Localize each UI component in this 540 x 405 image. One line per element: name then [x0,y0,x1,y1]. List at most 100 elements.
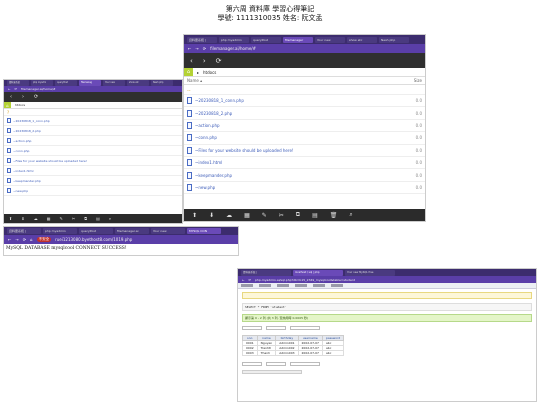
insert-tab-icon[interactable] [313,284,325,287]
file-row[interactable]: ~index1.html 0.0 [184,157,425,170]
file-row[interactable]: ~20230818_2.php 0.0 [184,107,425,120]
file-row[interactable]: ~new.php 0.0 [184,182,425,195]
fm-refresh-icon[interactable]: ⟳ [34,94,38,100]
structure-tab-icon[interactable] [259,284,271,287]
browser-tab[interactable]: MYSQL CON [187,228,221,234]
file-row[interactable]: ~keepmander.php 0.0 [184,169,425,182]
upload-icon[interactable]: ⬆ [9,216,12,221]
browse-tab-icon[interactable] [241,284,253,287]
breadcrumb-item[interactable]: htdocs [203,70,216,75]
copy-icon[interactable]: ⧉ [296,211,300,219]
reload-icon[interactable]: ⟳ [23,237,26,242]
filter-input[interactable] [290,326,320,330]
browser-tab[interactable]: 資料庫系統 [7,80,29,86]
delete-icon[interactable]: 🗑 [330,212,338,219]
browser-tab[interactable]: queryPost [55,80,77,86]
forward-arrow-icon[interactable]: → [195,46,198,51]
browser-tab[interactable]: 資料庫系統 | [7,228,41,234]
browser-tab[interactable]: Nesh php [379,36,409,43]
back-arrow-icon[interactable]: ← [188,46,191,51]
cut-icon[interactable]: ✂ [72,216,75,221]
file-row[interactable]: ~Files for your website should be upload… [4,156,182,166]
grid-icon[interactable]: ▦ [47,216,51,221]
file-row[interactable]: ~keepmander.php [4,176,182,186]
browser-tab[interactable]: Your new MySQL free [345,269,395,276]
fm-back-icon[interactable]: ‹ [190,57,193,65]
grid-icon[interactable]: ▦ [244,212,250,219]
download-icon[interactable]: ⬇ [21,216,24,221]
show-all-checkbox-bottom[interactable] [242,362,262,366]
search-tab-icon[interactable] [295,284,307,287]
parent-folder-row[interactable]: .. [184,85,425,95]
row-count-select[interactable] [266,326,286,330]
browser-tab[interactable]: show etc [127,80,149,86]
fm-forward-icon[interactable]: › [203,57,206,65]
column-size-header[interactable]: Size [414,78,422,83]
browser-tab[interactable]: filemanag [79,80,101,86]
url-text[interactable]: filemanager.ai/home/# [210,46,256,51]
paste-icon[interactable]: ▤ [312,212,318,219]
file-row[interactable]: ~action.php 0.0 [184,120,425,133]
file-row[interactable]: ~index1.html [4,166,182,176]
file-row[interactable]: ~action.php [4,136,182,146]
file-row[interactable]: ~conn.php [4,146,182,156]
reload-icon[interactable]: ⟳ [249,278,252,282]
cloud-icon[interactable]: ☁ [34,216,38,221]
search-icon[interactable]: ⌕ [109,216,111,221]
file-row[interactable]: ~20230818_2.php [4,126,182,136]
parent-folder-row[interactable]: ? [4,109,182,116]
url-text[interactable]: ruei1213080.byethost8.com/1019.php [55,237,132,242]
forward-arrow-icon[interactable]: → [15,237,18,242]
home-icon[interactable]: ⌂ [4,102,11,108]
file-row[interactable]: ~Files for your website should be upload… [184,145,425,157]
file-row[interactable]: ~conn.php 0.0 [184,132,425,145]
download-icon[interactable]: ⬇ [209,212,214,219]
browser-tab[interactable]: filemanager.ai [115,228,149,234]
browser-tab[interactable]: Your new [315,36,345,43]
cloud-icon[interactable]: ☁ [226,212,232,219]
browser-tab[interactable]: php myadm [31,80,53,86]
fm-forward-icon[interactable]: › [22,94,24,100]
edit-icon[interactable]: ✎ [262,212,267,219]
browser-tab[interactable]: localhost / sql | php [293,269,343,276]
browser-tab[interactable]: queryPost [251,36,281,43]
url-text[interactable]: php-myadmin.ai/sql.php?db=b15_2349_mysql… [255,278,355,282]
export-tab-icon[interactable] [331,284,343,287]
file-row[interactable]: ~20230818_1_conn.php 0.0 [184,95,425,108]
fm-back-icon[interactable]: ‹ [10,94,12,100]
row-count-select-bottom[interactable] [266,362,286,366]
browser-tab[interactable]: queryPost [79,228,113,234]
reload-icon[interactable]: ⟳ [15,87,18,91]
column-name-header[interactable]: Name ▴ [187,78,202,83]
sql-tab-icon[interactable] [277,284,289,287]
browser-tab[interactable]: php myadmin [219,36,249,43]
file-row[interactable]: ~20230818_1_conn.php [4,116,182,126]
browser-tab[interactable]: 資料庫系統 | [187,36,217,43]
file-row[interactable]: ~new.php [4,186,182,196]
fm-refresh-icon[interactable]: ⟳ [216,57,222,65]
breadcrumb-item[interactable]: htdocs [15,103,25,107]
browser-tab[interactable]: 資料庫系統 | [241,269,291,276]
browser-tab[interactable]: show etc [347,36,377,43]
url-text[interactable]: filemanager.ai/home/# [21,87,55,91]
back-arrow-icon[interactable]: ← [8,87,11,91]
home-icon[interactable]: ⌂ [30,237,33,242]
browser-tab[interactable]: Your new [151,228,185,234]
cut-icon[interactable]: ✂ [279,212,284,219]
insecure-badge[interactable]: 不安全 [36,237,52,242]
browser-tab[interactable]: php myadmin [43,228,77,234]
browser-tab[interactable]: filemanager [283,36,313,43]
search-icon[interactable]: ⌕ [349,211,352,219]
filter-input-bottom[interactable] [290,362,320,366]
paste-icon[interactable]: ▤ [96,216,100,221]
edit-icon[interactable]: ✎ [60,216,63,221]
reload-icon[interactable]: ⟳ [203,46,206,51]
home-icon[interactable]: ⌂ [184,68,193,76]
browser-tab[interactable]: Your new [103,80,125,86]
back-arrow-icon[interactable]: ← [242,278,245,282]
show-all-checkbox[interactable] [242,326,262,330]
upload-icon[interactable]: ⬆ [192,212,197,219]
copy-icon[interactable]: ⧉ [84,216,87,221]
back-arrow-icon[interactable]: ← [8,237,11,242]
browser-tab[interactable]: Nesh php [151,80,173,86]
